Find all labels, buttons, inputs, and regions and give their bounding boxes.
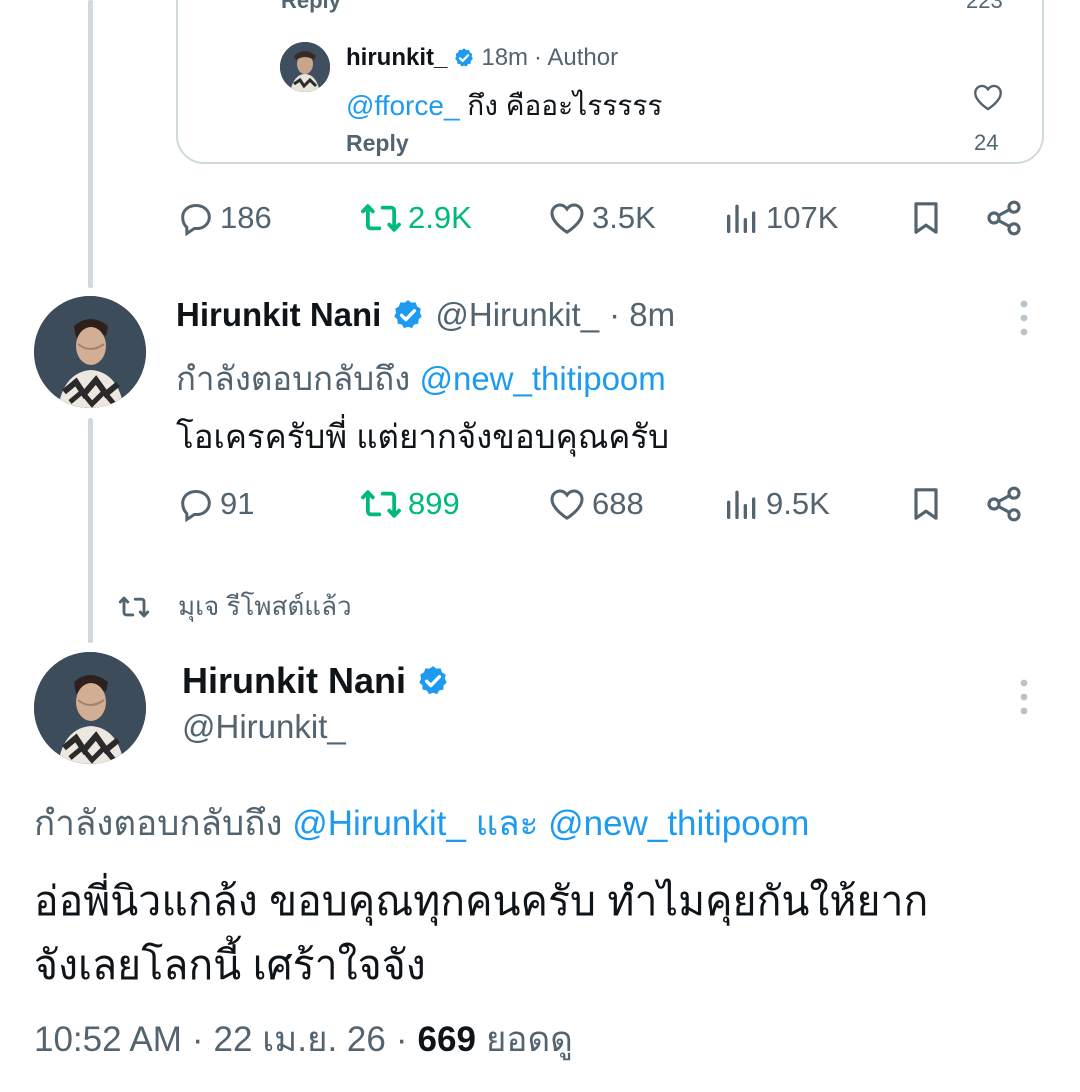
tweet-avatar[interactable] xyxy=(34,296,146,408)
like-icon xyxy=(550,203,584,234)
more-options-icon[interactable] xyxy=(1018,298,1030,338)
embedded-reply-body: กึง คืออะไรรรรร xyxy=(459,90,663,121)
embedded-reply-mention[interactable]: @fforce_ xyxy=(346,90,460,121)
main-tweet-text-line-1: อ่อพี่นิวแกล้ง ขอบคุณทุกคนครับ ทำไมคุยกั… xyxy=(34,878,929,924)
embedded-like-count: 24 xyxy=(974,130,999,155)
main-replying-to-line: กำลังตอบกลับถึง @Hirunkit_ และ @new_thit… xyxy=(34,796,809,851)
embedded-previous-reply-button[interactable]: Reply xyxy=(281,0,341,14)
repost-count: 899 xyxy=(408,486,460,521)
main-tweet-author-name[interactable]: Hirunkit Nani xyxy=(182,660,406,702)
embedded-reply-avatar[interactable] xyxy=(280,42,330,92)
views-count: 107K xyxy=(766,200,839,235)
replying-to-prefix: กำลังตอบกลับถึง xyxy=(176,360,420,397)
reply-action[interactable]: 186 xyxy=(176,193,272,243)
repost-action[interactable]: 899 xyxy=(358,479,460,529)
like-count: 688 xyxy=(592,486,644,521)
like-icon xyxy=(550,489,584,520)
tweet-header: Hirunkit Nani @Hirunkit_ · 8m xyxy=(176,296,675,334)
action-bar-first: 186 2.9K 3.5K 107K xyxy=(176,193,1036,243)
embedded-reply-text: @fforce_ กึง คืออะไรรรรร xyxy=(346,84,662,128)
reply-count: 186 xyxy=(220,200,272,235)
bookmark-icon[interactable] xyxy=(906,195,946,241)
repost-banner[interactable]: มุเจ รีโพสต์แล้ว xyxy=(116,586,352,627)
thread-view: Reply 223 hirunkit_ 18m · Author @fforce… xyxy=(0,0,1080,1092)
tweet-author-name[interactable]: Hirunkit Nani xyxy=(176,296,381,334)
meta-separator: · xyxy=(191,1020,204,1059)
repost-count: 2.9K xyxy=(408,200,472,235)
more-options-icon[interactable] xyxy=(1018,677,1030,717)
reply-count: 91 xyxy=(220,486,255,521)
bookmark-icon[interactable] xyxy=(906,481,946,527)
main-tweet-time[interactable]: 10:52 AM xyxy=(34,1020,182,1060)
main-tweet-date[interactable]: 22 เม.ย. 26 xyxy=(214,1012,386,1067)
like-count: 3.5K xyxy=(592,200,656,235)
embedded-reply-button[interactable]: Reply xyxy=(346,130,409,157)
main-replying-to-mention-1[interactable]: @Hirunkit_ xyxy=(292,804,466,843)
main-tweet-views-label: ยอดดู xyxy=(485,1020,573,1059)
repost-icon xyxy=(361,490,401,518)
main-tweet-views-count: 669 xyxy=(417,1020,476,1059)
embedded-reply-time: 18m xyxy=(481,44,529,71)
thread-connector-top xyxy=(88,0,93,288)
views-icon xyxy=(727,490,756,519)
main-tweet-meta: 10:52 AM · 22 เม.ย. 26 · 669 ยอดดู xyxy=(34,1012,573,1067)
like-action[interactable]: 3.5K xyxy=(546,193,656,243)
share-icon[interactable] xyxy=(984,484,1024,524)
embedded-like-icon[interactable] xyxy=(970,80,1006,114)
main-replying-to-mention-2[interactable]: @new_thitipoom xyxy=(548,804,809,843)
verified-badge-icon xyxy=(394,300,423,329)
replying-to-line: กำลังตอบกลับถึง @new_thitipoom xyxy=(176,352,666,405)
reply-icon xyxy=(181,203,211,237)
verified-badge-icon xyxy=(419,666,447,695)
thread-connector-middle xyxy=(88,418,93,643)
main-tweet-text: อ่อพี่นิวแกล้ง ขอบคุณทุกคนครับ ทำไมคุยกั… xyxy=(34,870,1044,997)
embedded-previous-like-count: 223 xyxy=(966,0,1003,13)
embedded-reply-header: hirunkit_ 18m · Author xyxy=(346,44,618,72)
main-tweet-avatar[interactable] xyxy=(34,652,146,764)
main-tweet-author-handle[interactable]: @Hirunkit_ xyxy=(182,708,346,746)
tweet-text: โอเครครับพี่ แต่ยากจังขอบคุณครับ xyxy=(176,418,670,455)
meta-separator: · xyxy=(395,1020,408,1059)
repost-banner-text: มุเจ รีโพสต์แล้ว xyxy=(178,591,352,621)
action-bar-second: 91 899 688 9.5K xyxy=(176,479,1036,529)
views-action[interactable]: 107K xyxy=(722,193,838,243)
repost-action[interactable]: 2.9K xyxy=(358,193,472,243)
verified-badge-icon xyxy=(455,48,474,67)
views-icon xyxy=(727,204,756,233)
main-replying-to-and[interactable]: และ xyxy=(466,804,548,843)
tweet-author-handle[interactable]: @Hirunkit_ xyxy=(435,296,599,334)
repost-icon xyxy=(118,596,150,617)
views-action[interactable]: 9.5K xyxy=(722,479,830,529)
tweet-time[interactable]: · 8m xyxy=(609,296,675,334)
reply-action[interactable]: 91 xyxy=(176,479,254,529)
reply-icon xyxy=(181,489,211,523)
share-icon[interactable] xyxy=(984,198,1024,238)
replying-to-mention[interactable]: @new_thitipoom xyxy=(419,360,665,397)
like-action[interactable]: 688 xyxy=(546,479,644,529)
views-count: 9.5K xyxy=(766,486,830,521)
embedded-reply-handle[interactable]: hirunkit_ xyxy=(346,44,447,72)
main-replying-to-prefix: กำลังตอบกลับถึง xyxy=(34,804,293,843)
main-tweet-text-line-2: จังเลยโลกนี้ เศร้าใจจัง xyxy=(34,941,426,988)
embedded-reply-author-label: · Author xyxy=(534,44,619,71)
repost-icon xyxy=(361,204,401,232)
main-tweet-header: Hirunkit Nani xyxy=(182,660,450,702)
